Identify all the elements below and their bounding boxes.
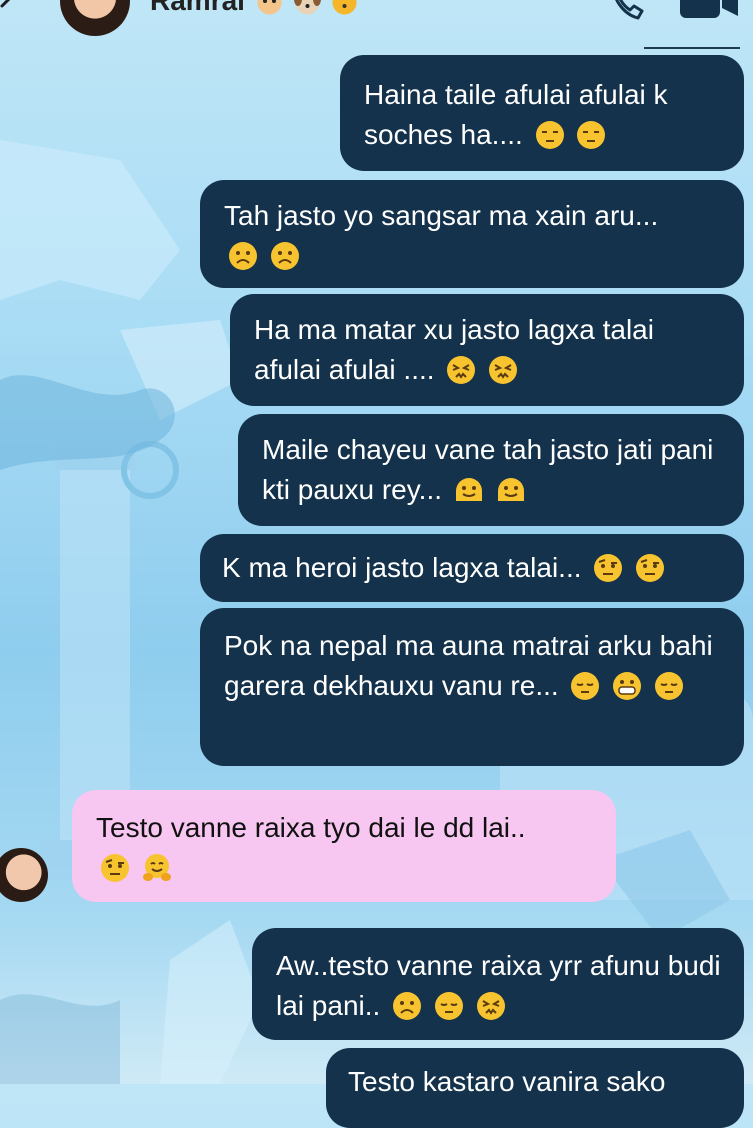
phone-icon[interactable]: [610, 0, 644, 22]
message-text: Testo vanne raixa tyo dai le dd lai..: [96, 812, 526, 843]
melting-emoji: [455, 478, 482, 501]
message-bubble-outgoing[interactable]: Tah jasto yo sangsar ma xain aru...: [200, 180, 744, 288]
raised-eyebrow-emoji: [101, 854, 129, 882]
header-divider: [644, 47, 740, 49]
unamused-emoji: [535, 121, 564, 149]
persevering-emoji: [489, 356, 518, 384]
dog-emoji: [293, 0, 321, 15]
raised-eyebrow-emoji: [636, 554, 665, 582]
contact-name-text: Ramrai: [150, 0, 245, 16]
message-bubble-incoming[interactable]: Testo vanne raixa tyo dai le dd lai..: [72, 790, 616, 902]
message-text: K ma heroi jasto lagxa talai...: [222, 552, 582, 583]
message-text: Tah jasto yo sangsar ma xain aru...: [224, 200, 659, 231]
message-bubble-outgoing[interactable]: K ma heroi jasto lagxa talai...: [200, 534, 744, 602]
message-bubble-outgoing[interactable]: Ha ma matar xu jasto lagxa talai afulai …: [230, 294, 744, 406]
persevering-emoji: [447, 356, 476, 384]
melting-emoji: [497, 478, 524, 501]
message-bubble-outgoing[interactable]: Pok na nepal ma auna matrai arku bahi ga…: [200, 608, 744, 766]
pensive-emoji: [655, 672, 684, 700]
contact-name[interactable]: Ramrai: [150, 0, 358, 17]
message-text: Testo kastaro vanira sako: [348, 1066, 666, 1097]
hugging-emoji: [142, 854, 171, 881]
message-bubble-outgoing[interactable]: Testo kastaro vanira sako: [326, 1048, 744, 1128]
grinning-emoji: [613, 672, 642, 700]
chat-header: Ramrai: [0, 0, 753, 42]
message-bubble-outgoing[interactable]: Haina taile afulai afulai k soches ha...…: [340, 55, 744, 171]
frowning-emoji: [393, 992, 422, 1020]
message-text: Maile chayeu vane tah jasto jati pani kt…: [262, 434, 714, 505]
pensive-emoji: [434, 992, 463, 1020]
message-bubble-outgoing[interactable]: Maile chayeu vane tah jasto jati pani kt…: [238, 414, 744, 526]
video-icon[interactable]: [680, 0, 740, 20]
unamused-emoji: [577, 121, 606, 149]
frowning-emoji: [270, 242, 299, 270]
message-bubble-outgoing[interactable]: Aw..testo vanne raixa yrr afunu budi lai…: [252, 928, 744, 1040]
persevering-emoji: [476, 992, 505, 1020]
hamster-emoji: [257, 0, 282, 15]
pensive-emoji: [571, 672, 600, 700]
contact-avatar[interactable]: [60, 0, 130, 36]
back-icon[interactable]: [0, 0, 24, 26]
frowning-emoji: [229, 242, 257, 270]
raised-eyebrow-emoji: [594, 554, 623, 582]
tiger-emoji: [332, 0, 357, 15]
message-text: Haina taile afulai afulai k soches ha...…: [364, 79, 668, 150]
